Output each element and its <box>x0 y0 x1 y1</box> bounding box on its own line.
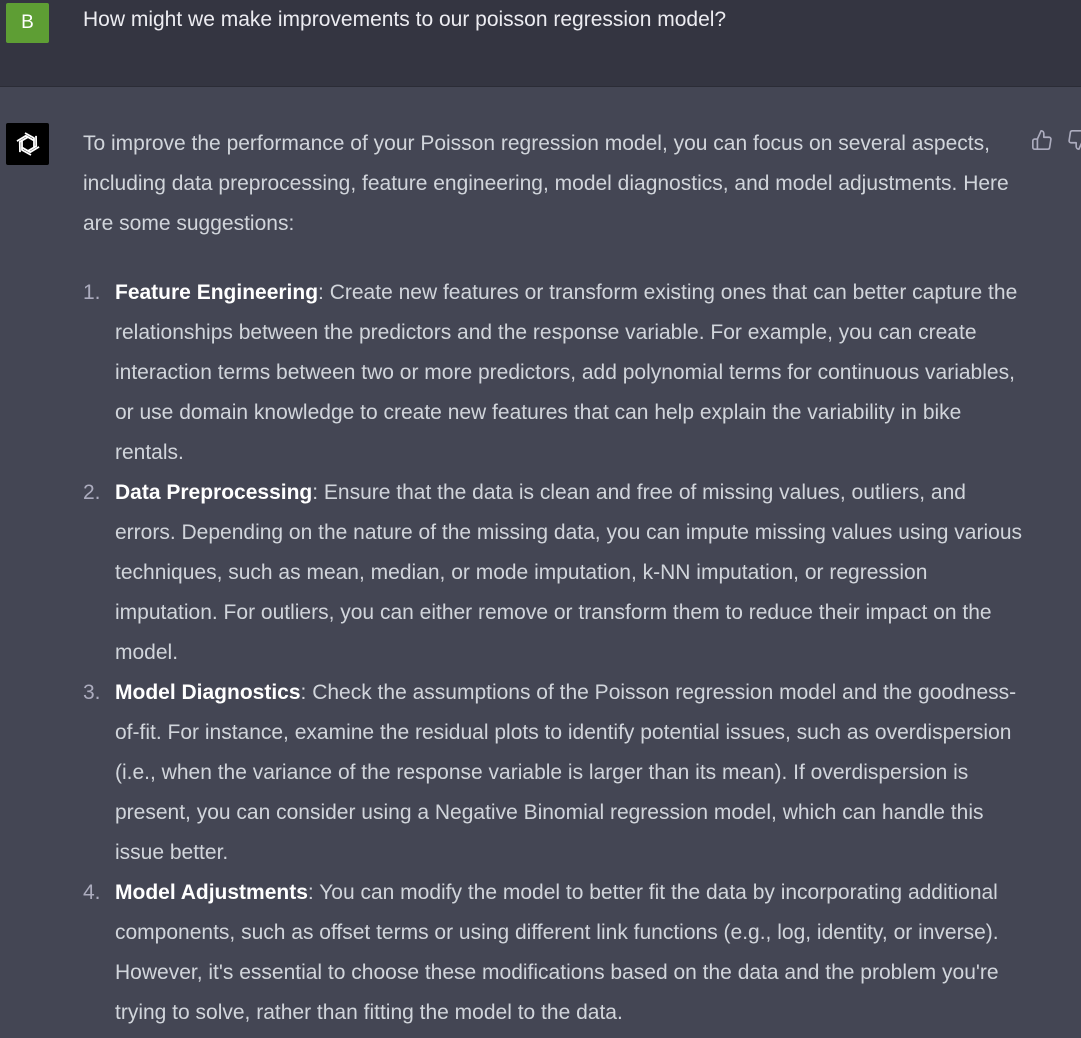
thumbs-up-icon[interactable] <box>1031 129 1053 151</box>
list-term: Feature Engineering <box>115 281 319 304</box>
user-avatar: B <box>6 3 49 43</box>
list-item: 1. Feature Engineering: Create new featu… <box>83 273 1023 473</box>
list-text: : Ensure that the data is clean and free… <box>115 481 1022 664</box>
list-term: Data Preprocessing <box>115 481 313 504</box>
list-term: Model Adjustments <box>115 881 308 904</box>
list-number: 4. <box>83 881 101 904</box>
thumbs-down-icon[interactable] <box>1067 129 1081 151</box>
list-text: : Check the assumptions of the Poisson r… <box>115 681 1017 864</box>
list-text: : Create new features or transform exist… <box>115 281 1018 464</box>
list-item: 4. Model Adjustments: You can modify the… <box>83 873 1023 1033</box>
list-number: 1. <box>83 281 101 304</box>
list-number: 3. <box>83 681 101 704</box>
feedback-buttons <box>1031 129 1081 151</box>
list-item: 3. Model Diagnostics: Check the assumpti… <box>83 673 1023 873</box>
openai-logo-icon <box>6 123 49 165</box>
list-term: Model Diagnostics <box>115 681 301 704</box>
user-message: B How might we make improvements to our … <box>0 0 1081 87</box>
list-number: 2. <box>83 481 101 504</box>
suggestion-list: 1. Feature Engineering: Create new featu… <box>83 273 1023 1033</box>
response-intro: To improve the performance of your Poiss… <box>83 132 1009 235</box>
assistant-message: To improve the performance of your Poiss… <box>0 87 1081 1038</box>
user-message-text: How might we make improvements to our po… <box>83 8 727 31</box>
list-item: 2. Data Preprocessing: Ensure that the d… <box>83 473 1023 673</box>
assistant-response: To improve the performance of your Poiss… <box>83 124 1023 1033</box>
